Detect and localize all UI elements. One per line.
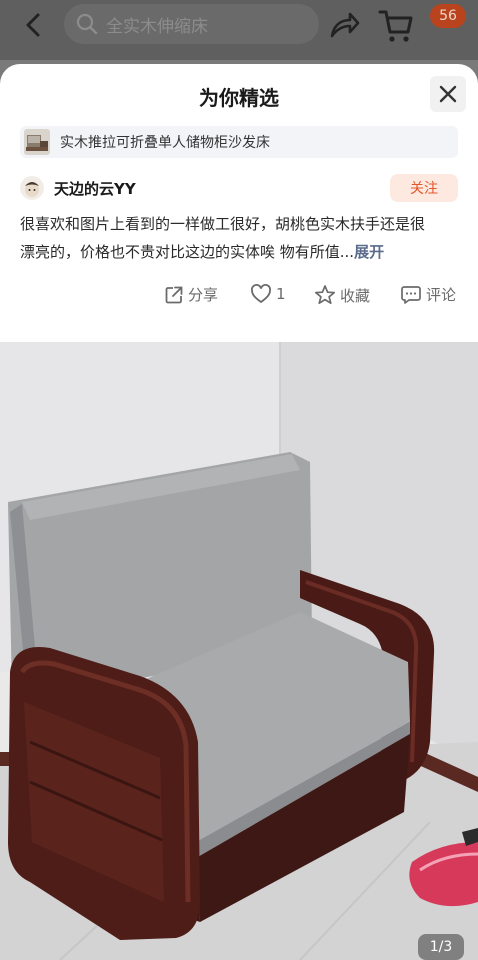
review-photo[interactable] bbox=[0, 342, 478, 960]
back-button[interactable] bbox=[18, 10, 48, 40]
comment-icon bbox=[401, 285, 421, 304]
share-icon bbox=[165, 286, 183, 303]
review-line: 很喜欢和图片上看到的一样做工很好，胡桃色实木扶手还是很 bbox=[20, 215, 426, 233]
product-name: 实木推拉可折叠单人储物柜沙发床 bbox=[60, 135, 270, 151]
product-link[interactable]: 实木推拉可折叠单人储物柜沙发床 bbox=[20, 126, 458, 158]
featured-review-sheet: 为你精选 实木推拉可折叠单人储物柜沙发床 天边的云YY 关注 很喜欢和图片上看到… bbox=[0, 64, 478, 342]
follow-button[interactable]: 关注 bbox=[390, 174, 458, 202]
sofa-bed-photo bbox=[0, 342, 478, 960]
search-icon bbox=[76, 13, 98, 35]
cart-icon bbox=[378, 10, 413, 42]
comment-action[interactable]: 评论 bbox=[400, 284, 456, 305]
expand-link[interactable]: 展开 bbox=[354, 243, 384, 261]
favorite-label: 收藏 bbox=[340, 286, 371, 305]
reviewer-row: 天边的云YY 关注 bbox=[20, 174, 460, 202]
action-bar: 分享 1 收藏 评论 bbox=[0, 284, 478, 308]
top-bar: 全实木伸缩床 56 bbox=[0, 0, 478, 60]
search-text: 全实木伸缩床 bbox=[106, 16, 208, 37]
review-text: 很喜欢和图片上看到的一样做工很好，胡桃色实木扶手还是很 漂亮的，价格也不贵对比这… bbox=[20, 210, 460, 266]
star-icon bbox=[314, 285, 336, 305]
cart-count-badge: 56 bbox=[430, 4, 466, 28]
search-bar[interactable]: 全实木伸缩床 bbox=[64, 4, 319, 44]
heart-icon bbox=[251, 284, 271, 304]
close-icon bbox=[439, 85, 457, 103]
avatar[interactable] bbox=[20, 176, 44, 200]
close-button[interactable] bbox=[430, 76, 466, 112]
product-thumbnail bbox=[24, 129, 50, 155]
like-action[interactable]: 1 bbox=[250, 284, 286, 304]
comment-label: 评论 bbox=[426, 286, 457, 304]
review-line-2: 漂亮的，价格也不贵对比这边的实体唉 物有所值...展开 bbox=[20, 238, 460, 266]
sheet-title: 为你精选 bbox=[199, 86, 279, 110]
reviewer-name[interactable]: 天边的云YY bbox=[54, 178, 136, 199]
cart-button[interactable] bbox=[376, 6, 416, 44]
share-action[interactable]: 分享 bbox=[164, 284, 218, 305]
favorite-action[interactable]: 收藏 bbox=[314, 284, 370, 306]
share-button[interactable] bbox=[326, 8, 362, 42]
share-arrow-icon bbox=[330, 12, 360, 38]
share-label: 分享 bbox=[188, 286, 219, 304]
chevron-left-icon bbox=[26, 13, 40, 37]
review-line: 漂亮的，价格也不贵对比这边的实体唉 物有所值... bbox=[20, 243, 355, 261]
like-count: 1 bbox=[276, 285, 286, 303]
image-pager: 1/3 bbox=[418, 934, 464, 960]
